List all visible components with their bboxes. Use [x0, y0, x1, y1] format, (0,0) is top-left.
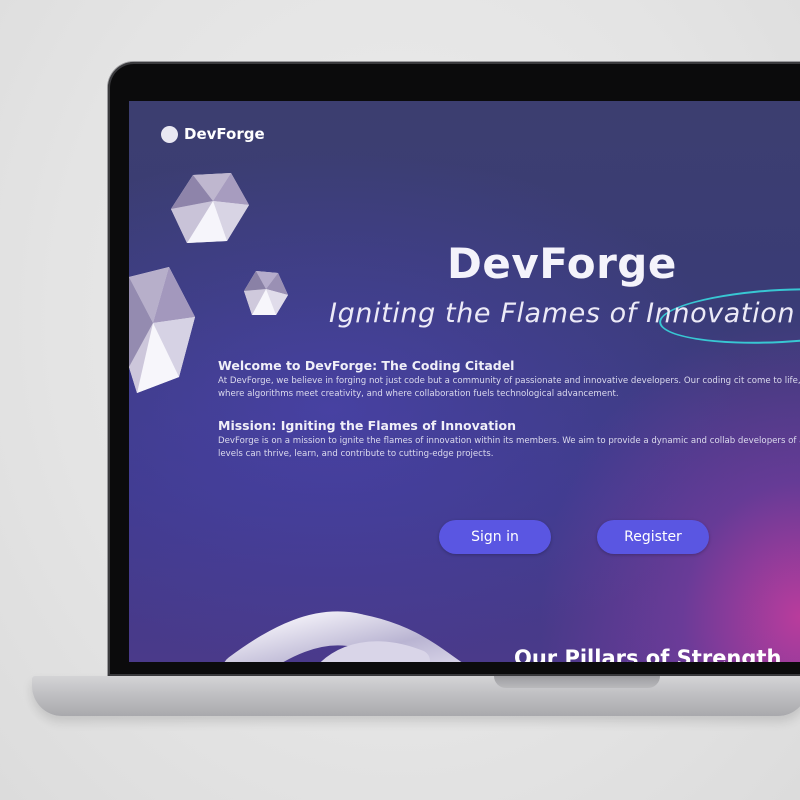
mission-body: DevForge is on a mission to ignite the f… — [218, 436, 800, 459]
gem-decoration-left — [129, 267, 195, 393]
circle-logo-icon — [161, 125, 178, 143]
sign-in-button[interactable]: Sign in — [439, 520, 551, 554]
torus-decoration — [224, 611, 462, 662]
brand-logo[interactable]: DevForge — [161, 125, 265, 143]
gem-decoration-small — [244, 271, 288, 315]
mission-heading: Mission: Igniting the Flames of Innovati… — [218, 418, 516, 433]
brand-name: DevForge — [184, 125, 265, 143]
laptop-screen: DevForge DevForge Igniting the Flames of… — [129, 101, 800, 662]
hero-title: DevForge — [447, 239, 677, 288]
welcome-heading: Welcome to DevForge: The Coding Citadel — [218, 358, 515, 373]
pillars-heading: Our Pillars of Strength — [514, 646, 782, 662]
gem-decoration-top — [171, 173, 249, 243]
mission-section: Mission: Igniting the Flames of Innovati… — [218, 418, 800, 461]
laptop-notch — [494, 676, 660, 688]
hero-subtitle: Igniting the Flames of Innovation — [329, 298, 796, 329]
register-button[interactable]: Register — [597, 520, 709, 554]
welcome-body: At DevForge, we believe in forging not j… — [218, 376, 800, 399]
laptop-base — [32, 676, 800, 716]
welcome-section: Welcome to DevForge: The Coding Citadel … — [218, 358, 800, 401]
